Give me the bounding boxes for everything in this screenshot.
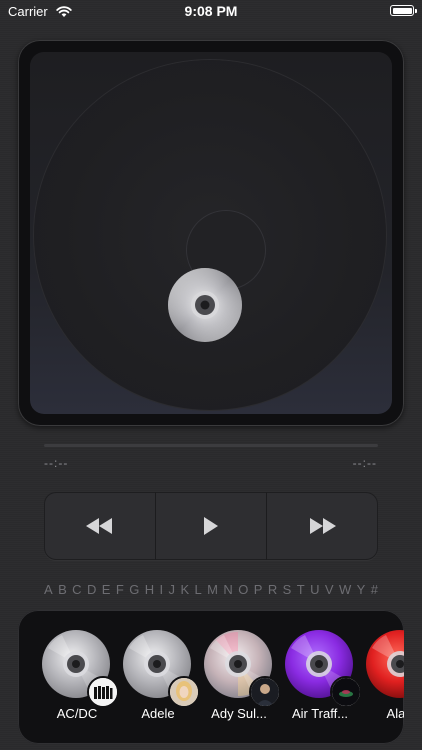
- rewind-button[interactable]: [44, 492, 155, 560]
- index-letter[interactable]: H: [145, 582, 154, 597]
- artist-thumbnail: [330, 676, 362, 708]
- artist-carousel[interactable]: AC/DC Adele Ady Sul... Air Traff... Al: [18, 610, 404, 744]
- index-letter[interactable]: A: [44, 582, 53, 597]
- index-letter[interactable]: G: [129, 582, 139, 597]
- index-letter[interactable]: J: [169, 582, 176, 597]
- index-letter[interactable]: E: [102, 582, 111, 597]
- status-bar: Carrier 9:08 PM: [0, 0, 422, 24]
- elapsed-time: --:--: [44, 456, 69, 470]
- progress-bar[interactable]: [44, 444, 378, 447]
- artist-thumbnail: [87, 676, 119, 708]
- artist-name: Adele: [141, 706, 175, 721]
- artist-photo-icon: [251, 678, 279, 706]
- play-icon: [204, 517, 218, 535]
- artist-thumbnail: [168, 676, 200, 708]
- artist-thumbnail: [249, 676, 281, 708]
- fast-forward-icon: [309, 518, 336, 534]
- index-letter[interactable]: #: [371, 582, 378, 597]
- current-disc-icon[interactable]: [168, 268, 242, 342]
- index-letter[interactable]: K: [180, 582, 189, 597]
- artist-photo-icon: [332, 678, 360, 706]
- battery-icon: [390, 5, 417, 16]
- transport-controls: [44, 492, 378, 560]
- remaining-time: --:--: [352, 456, 377, 470]
- index-letter[interactable]: W: [339, 582, 351, 597]
- battery-fill: [392, 7, 412, 14]
- play-button[interactable]: [154, 492, 267, 560]
- rewind-icon: [86, 518, 113, 534]
- fast-forward-button[interactable]: [266, 492, 378, 560]
- index-letter[interactable]: T: [297, 582, 305, 597]
- player-frame: [18, 40, 404, 426]
- index-letter[interactable]: R: [268, 582, 277, 597]
- index-letter[interactable]: L: [195, 582, 202, 597]
- index-letter[interactable]: D: [87, 582, 96, 597]
- artist-name: AC/DC: [56, 706, 98, 721]
- index-letter[interactable]: F: [116, 582, 124, 597]
- index-letter[interactable]: P: [254, 582, 263, 597]
- index-letter[interactable]: V: [325, 582, 334, 597]
- index-letter[interactable]: U: [310, 582, 319, 597]
- index-letter[interactable]: C: [72, 582, 81, 597]
- artist-name: Ady Sul...: [211, 706, 267, 721]
- index-letter[interactable]: I: [160, 582, 164, 597]
- index-letter[interactable]: Y: [357, 582, 366, 597]
- artist-photo-icon: [170, 678, 198, 706]
- player-screen: [30, 52, 392, 414]
- artist-name: Air Traff...: [291, 706, 349, 721]
- index-letter[interactable]: M: [207, 582, 218, 597]
- artist-name: Alain: [386, 706, 404, 721]
- index-letter[interactable]: N: [223, 582, 232, 597]
- index-letter[interactable]: S: [283, 582, 292, 597]
- index-letter[interactable]: B: [58, 582, 67, 597]
- artist-photo-icon: [89, 678, 117, 706]
- alphabet-index: A B C D E F G H I J K L M N O P R S T U V W Y #: [44, 582, 378, 597]
- index-letter[interactable]: O: [238, 582, 248, 597]
- turntable-platter[interactable]: [34, 60, 386, 410]
- clock: 9:08 PM: [184, 3, 238, 19]
- cd-icon: [366, 630, 404, 698]
